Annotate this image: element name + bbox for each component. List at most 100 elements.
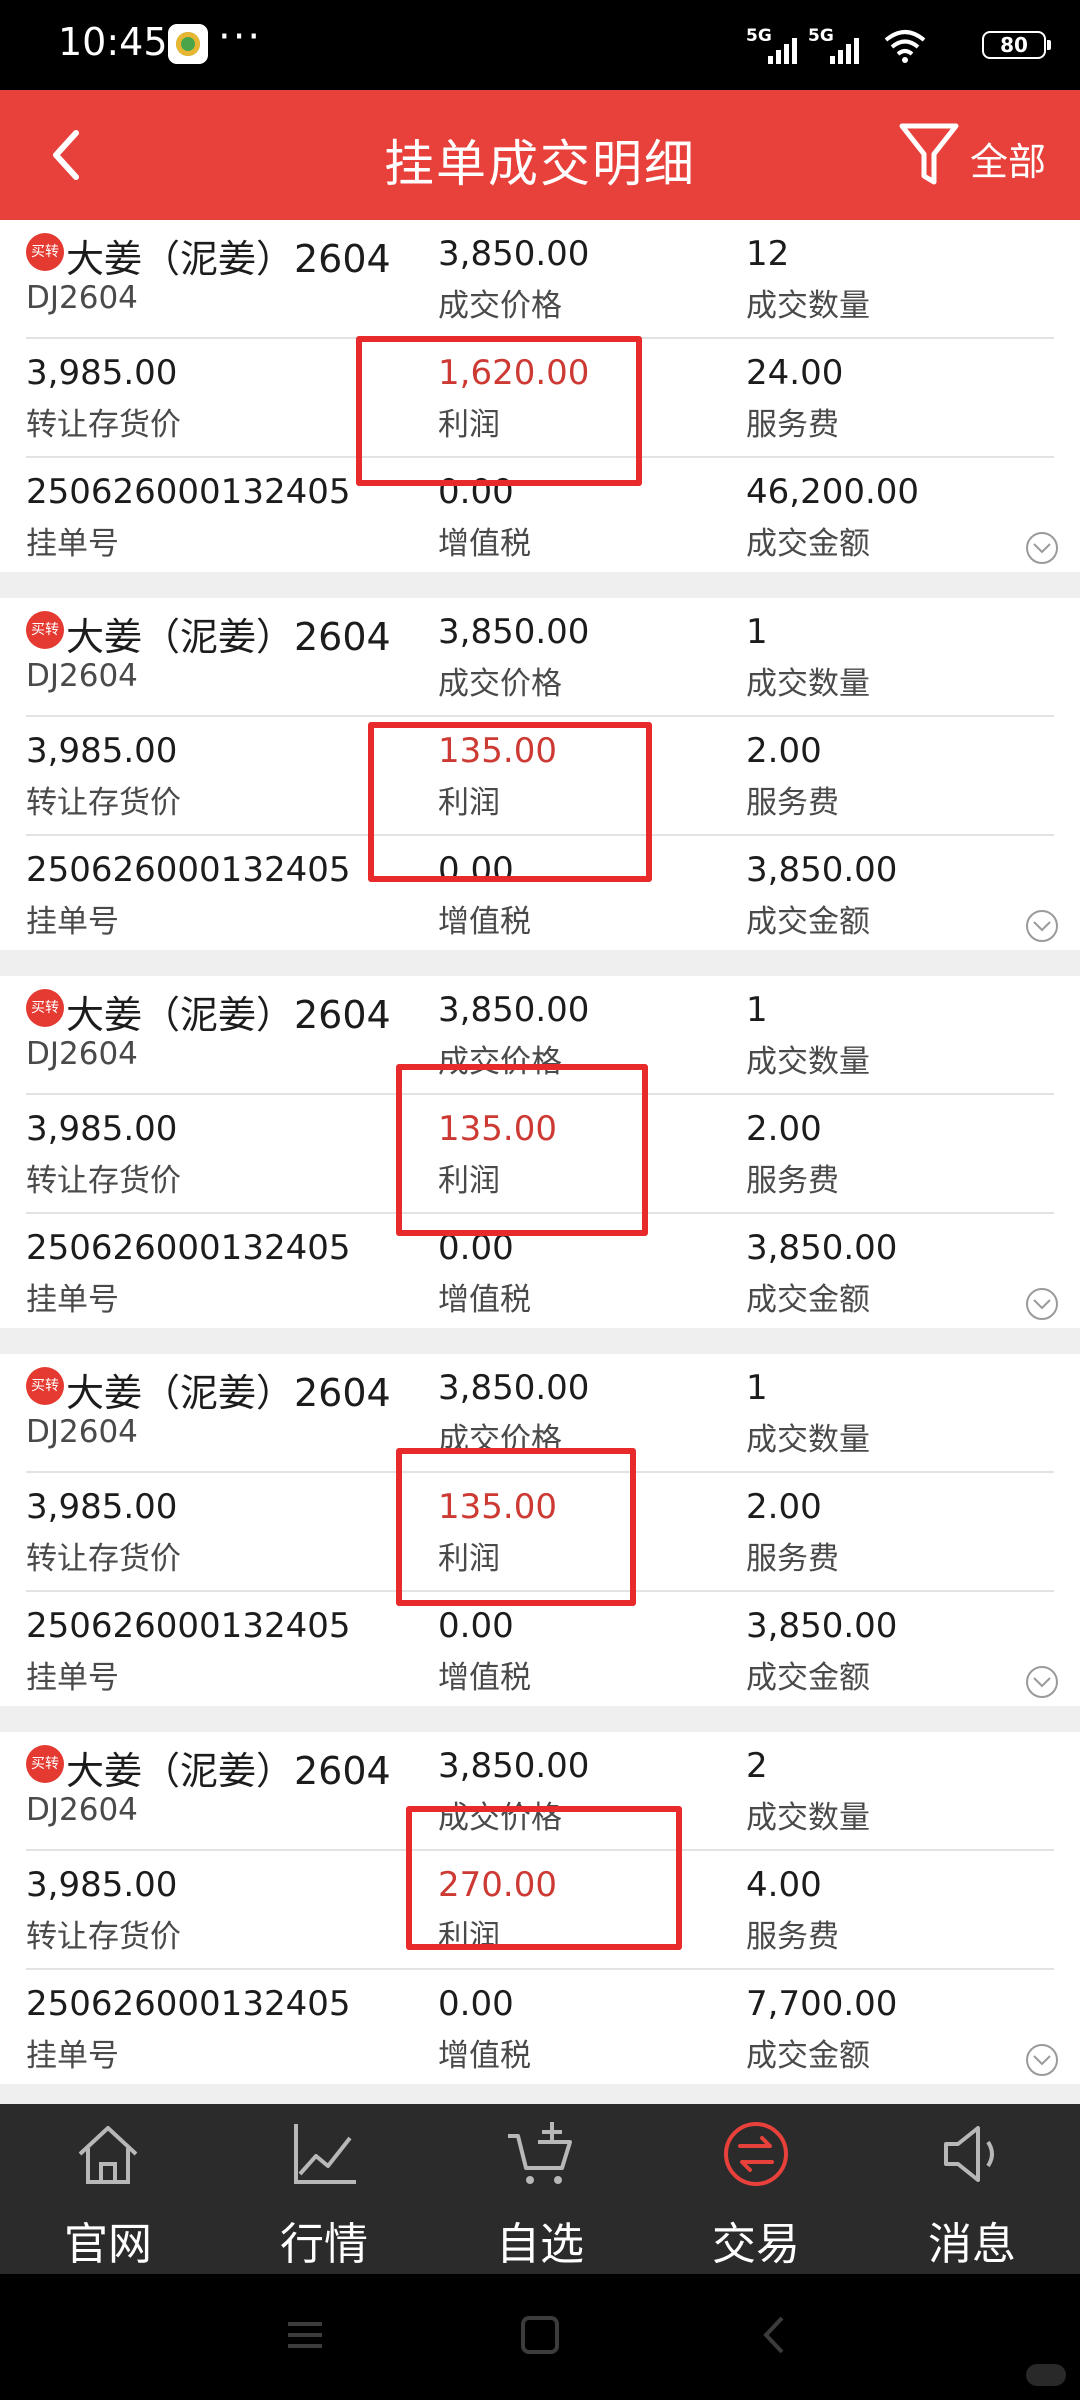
quantity-cell: 1 成交数量 [746, 976, 1066, 1093]
home-square-icon[interactable] [515, 2310, 565, 2360]
nav-item-watchlist[interactable]: 自选 [432, 2104, 648, 2274]
nav-label-watchlist: 自选 [496, 2219, 584, 2270]
record-row-order: 250626000132405 挂单号 0.00 增值税 3,850.00 成交… [0, 1592, 1080, 1709]
status-time: 10:45 [58, 20, 168, 64]
price-cell: 3,850.00 成交价格 [438, 598, 738, 715]
filter-button[interactable]: 全部 [898, 116, 1058, 194]
order-no-value: 250626000132405 [26, 1228, 351, 1268]
quantity-label: 成交数量 [746, 1422, 870, 1458]
service-fee-label: 服务费 [746, 785, 839, 821]
buy-transfer-badge: 买转 [26, 1366, 64, 1405]
expand-chevron-icon[interactable] [1024, 908, 1060, 944]
record-row-order: 250626000132405 挂单号 0.00 增值税 7,700.00 成交… [0, 1970, 1080, 2087]
amount-value: 7,700.00 [746, 1984, 898, 2024]
nav-item-messages[interactable]: 消息 [864, 2104, 1080, 2274]
buy-transfer-badge: 买转 [26, 610, 64, 649]
transfer-price-value: 3,985.00 [26, 1109, 178, 1149]
quantity-cell: 2 成交数量 [746, 1732, 1066, 1849]
amount-label: 成交金额 [746, 526, 870, 562]
quantity-cell: 1 成交数量 [746, 598, 1066, 715]
price-value: 3,850.00 [438, 1368, 590, 1408]
service-fee-cell: 2.00 服务费 [746, 717, 1066, 834]
service-fee-value: 4.00 [746, 1865, 822, 1905]
exchange-icon [724, 2122, 788, 2186]
quantity-value: 2 [746, 1746, 768, 1786]
order-no-value: 250626000132405 [26, 1606, 351, 1646]
vat-label: 增值税 [438, 526, 531, 562]
product-cell: 买转 大姜（泥姜）2604 DJ2604 [26, 598, 436, 715]
quantity-cell: 12 成交数量 [746, 220, 1066, 337]
service-fee-cell: 2.00 服务费 [746, 1095, 1066, 1212]
battery-icon: 80 [982, 31, 1051, 59]
transfer-price-label: 转让存货价 [26, 407, 181, 443]
product-name: 大姜（泥姜）2604 [66, 615, 391, 659]
highlight-box [396, 1064, 648, 1236]
product-code: DJ2604 [26, 1036, 138, 1072]
buy-transfer-badge: 买转 [26, 232, 64, 271]
order-no-label: 挂单号 [26, 2038, 119, 2074]
amount-cell: 3,850.00 成交金额 [746, 836, 1066, 953]
service-fee-cell: 24.00 服务费 [746, 339, 1066, 456]
bottom-nav: 官网 行情 自选 交易 消息 [0, 2104, 1080, 2274]
more-notifications-icon: ··· [218, 14, 263, 60]
price-value: 3,850.00 [438, 990, 590, 1030]
product-code: DJ2604 [26, 658, 138, 694]
trade-record-card[interactable]: 买转 大姜（泥姜）2604 DJ2604 3,850.00 成交价格 1 成交数量… [0, 976, 1080, 1328]
status-bar: 10:45 ··· 5G 5G 80 [0, 0, 1080, 90]
highlight-box [356, 336, 642, 486]
highlight-box [396, 1448, 636, 1606]
service-fee-label: 服务费 [746, 407, 839, 443]
trade-record-card[interactable]: 买转 大姜（泥姜）2604 DJ2604 3,850.00 成交价格 2 成交数量… [0, 1732, 1080, 2084]
expand-chevron-icon[interactable] [1024, 2042, 1060, 2078]
transfer-price-label: 转让存货价 [26, 785, 181, 821]
trade-record-list[interactable]: 买转 大姜（泥姜）2604 DJ2604 3,850.00 成交价格 12 成交数… [0, 220, 1080, 2102]
signal-icon-2: 5G [808, 26, 872, 66]
system-back-icon[interactable] [750, 2310, 800, 2360]
product-name: 大姜（泥姜）2604 [66, 993, 391, 1037]
vat-label: 增值税 [438, 904, 531, 940]
transfer-price-value: 3,985.00 [26, 353, 178, 393]
home-icon [78, 2126, 138, 2184]
nav-item-official-site[interactable]: 官网 [0, 2104, 216, 2274]
quantity-value: 12 [746, 234, 790, 274]
signal-label-2: 5G [808, 26, 834, 46]
expand-chevron-icon[interactable] [1024, 530, 1060, 566]
amount-label: 成交金额 [746, 1282, 870, 1318]
product-name: 大姜（泥姜）2604 [66, 1749, 391, 1793]
vat-label: 增值税 [438, 2038, 531, 2074]
nav-item-trade[interactable]: 交易 [648, 2104, 864, 2274]
filter-funnel-icon [899, 123, 959, 185]
transfer-price-cell: 3,985.00 转让存货价 [26, 1095, 436, 1212]
service-fee-value: 2.00 [746, 1487, 822, 1527]
vat-value: 0.00 [438, 1984, 514, 2024]
service-fee-cell: 4.00 服务费 [746, 1851, 1066, 1968]
trade-record-card[interactable]: 买转 大姜（泥姜）2604 DJ2604 3,850.00 成交价格 1 成交数量… [0, 1354, 1080, 1706]
amount-label: 成交金额 [746, 2038, 870, 2074]
quantity-cell: 1 成交数量 [746, 1354, 1066, 1471]
expand-chevron-icon[interactable] [1024, 1664, 1060, 1700]
amount-label: 成交金额 [746, 904, 870, 940]
trade-record-card[interactable]: 买转 大姜（泥姜）2604 DJ2604 3,850.00 成交价格 12 成交数… [0, 220, 1080, 572]
service-fee-label: 服务费 [746, 1163, 839, 1199]
cart-add-icon [508, 2122, 572, 2184]
order-no-cell: 250626000132405 挂单号 [26, 1214, 436, 1331]
expand-chevron-icon[interactable] [1024, 1286, 1060, 1322]
product-cell: 买转 大姜（泥姜）2604 DJ2604 [26, 1354, 436, 1471]
amount-cell: 46,200.00 成交金额 [746, 458, 1066, 575]
product-name: 大姜（泥姜）2604 [66, 237, 391, 281]
product-name-line: 买转 大姜（泥姜）2604 [26, 606, 391, 659]
service-fee-label: 服务费 [746, 1919, 839, 1955]
quantity-label: 成交数量 [746, 288, 870, 324]
product-cell: 买转 大姜（泥姜）2604 DJ2604 [26, 1732, 436, 1849]
wifi-icon [884, 30, 926, 63]
amount-cell: 7,700.00 成交金额 [746, 1970, 1066, 2087]
product-code: DJ2604 [26, 280, 138, 316]
nav-item-market[interactable]: 行情 [216, 2104, 432, 2274]
highlight-box [368, 722, 652, 882]
trade-record-card[interactable]: 买转 大姜（泥姜）2604 DJ2604 3,850.00 成交价格 1 成交数量… [0, 598, 1080, 950]
recent-apps-icon[interactable] [280, 2310, 330, 2360]
buy-transfer-badge: 买转 [26, 1744, 64, 1783]
price-label: 成交价格 [438, 288, 562, 324]
quantity-value: 1 [746, 1368, 768, 1408]
watermark-icon [1026, 2364, 1066, 2386]
